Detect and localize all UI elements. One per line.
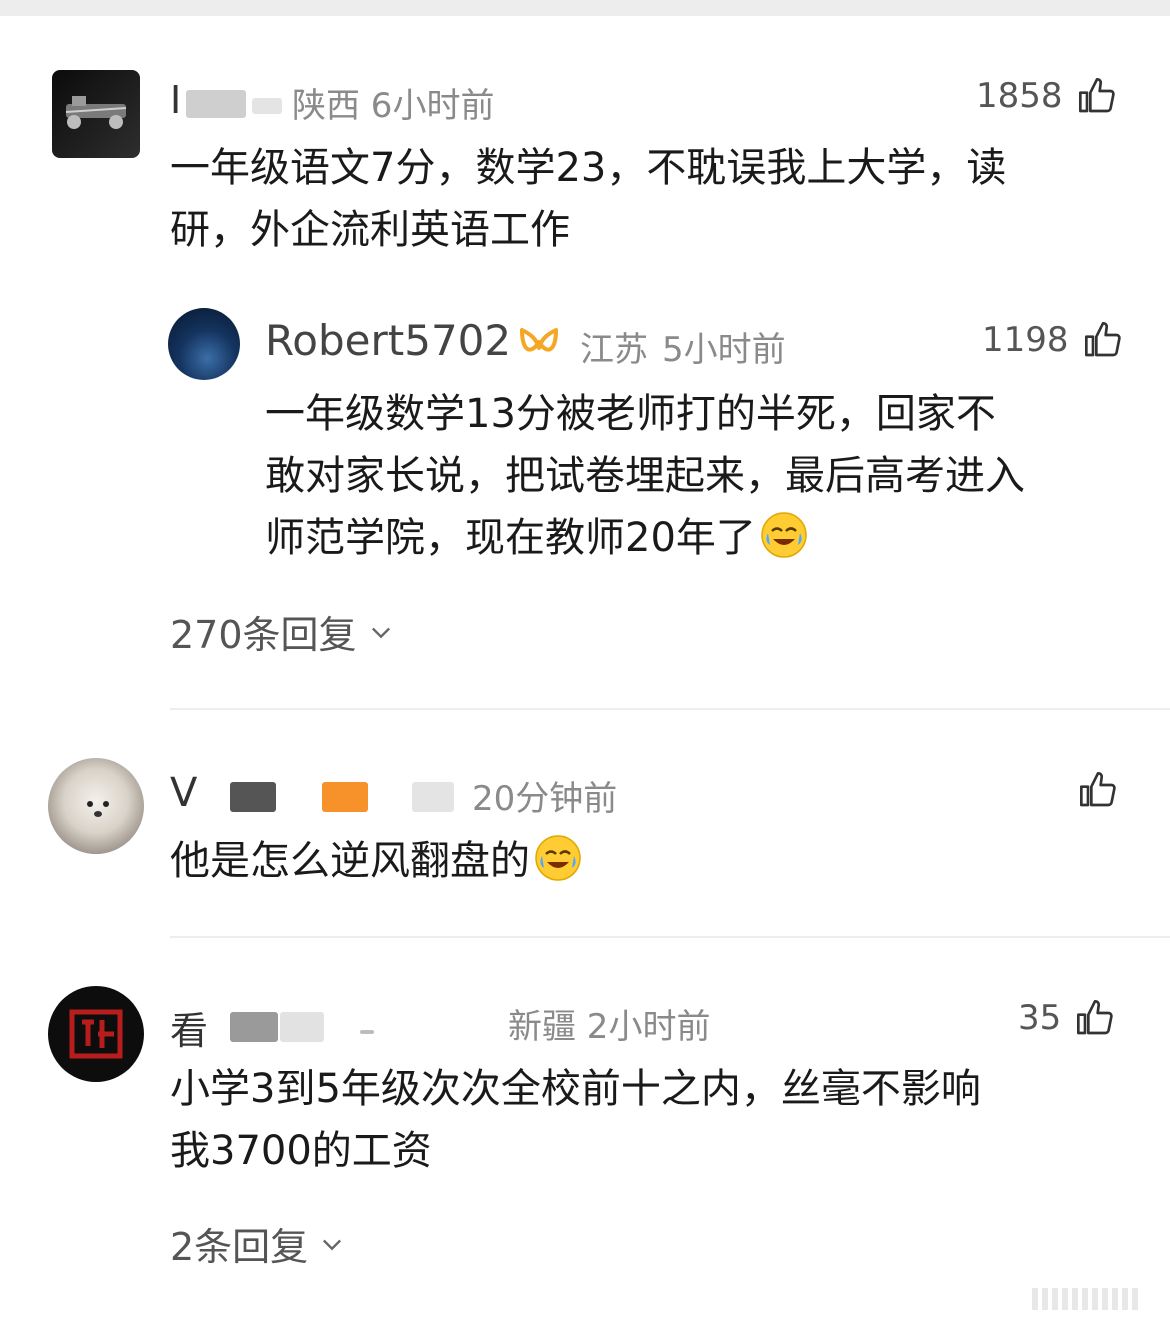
member-badge-icon xyxy=(520,328,558,352)
username-redacted xyxy=(360,1030,374,1034)
username[interactable]: V xyxy=(170,770,197,816)
comment-text: 一年级语文7分，数学23，不耽误我上大学，读 研，外企流利英语工作 xyxy=(170,145,1007,253)
view-replies-button[interactable]: 2条回复 xyxy=(170,1216,346,1271)
avatar[interactable] xyxy=(48,986,144,1082)
thumbs-up-icon xyxy=(1084,322,1121,357)
reply-count: 2条回复 xyxy=(170,1225,309,1269)
reply-username[interactable]: Robert5702 xyxy=(265,316,511,365)
divider xyxy=(170,936,1170,938)
thumbs-up-icon xyxy=(1080,772,1116,807)
location-time: 20分钟前 xyxy=(472,779,618,819)
crying-laughing-emoji xyxy=(761,512,807,558)
like-button[interactable]: 1858 xyxy=(976,76,1117,116)
username-redacted xyxy=(230,1012,278,1042)
avatar[interactable] xyxy=(168,308,240,380)
thumbs-up-icon xyxy=(1077,1000,1113,1035)
badge-redacted xyxy=(322,782,368,812)
location-time: 新疆 2小时前 xyxy=(508,1007,711,1047)
username-redacted xyxy=(230,782,276,812)
like-button[interactable]: 1198 xyxy=(982,320,1123,360)
like-count: 1858 xyxy=(976,76,1063,116)
avatar[interactable] xyxy=(48,758,144,854)
avatar[interactable] xyxy=(52,70,140,158)
like-count: 35 xyxy=(1018,998,1062,1038)
chevron-down-icon xyxy=(323,1239,342,1250)
like-count: 1198 xyxy=(982,320,1069,360)
username-redacted xyxy=(186,90,246,118)
reply-location: 江苏 xyxy=(580,330,648,370)
username-redacted xyxy=(280,1012,324,1042)
comment-text: 他是怎么逆风翻盘的 xyxy=(170,830,582,892)
top-bar xyxy=(0,0,1170,16)
view-replies-button[interactable]: 270条回复 xyxy=(170,604,395,659)
thumbs-up-icon xyxy=(1078,78,1115,113)
reply-count: 270条回复 xyxy=(170,613,357,657)
chevron-down-icon xyxy=(371,627,390,638)
like-button[interactable]: 35 xyxy=(1018,998,1115,1038)
username[interactable]: I xyxy=(170,78,181,122)
divider xyxy=(170,708,1170,710)
scroll-indicator xyxy=(1032,1288,1142,1310)
reply-time: 5小时前 xyxy=(662,330,786,370)
location-time: 陕西 6小时前 xyxy=(292,86,495,126)
location-redacted xyxy=(412,782,454,812)
like-button[interactable] xyxy=(1078,770,1118,810)
username-redacted xyxy=(252,98,282,114)
username[interactable]: 看 xyxy=(170,1000,208,1055)
crying-laughing-emoji xyxy=(535,835,581,881)
reply-text: 一年级数学13分被老师打的半死，回家不 敢对家长说，把试卷埋起来，最后高考进入 … xyxy=(265,391,1025,561)
comment-text: 小学3到5年级次次全校前十之内，丝毫不影响 我3700的工资 xyxy=(170,1066,981,1174)
